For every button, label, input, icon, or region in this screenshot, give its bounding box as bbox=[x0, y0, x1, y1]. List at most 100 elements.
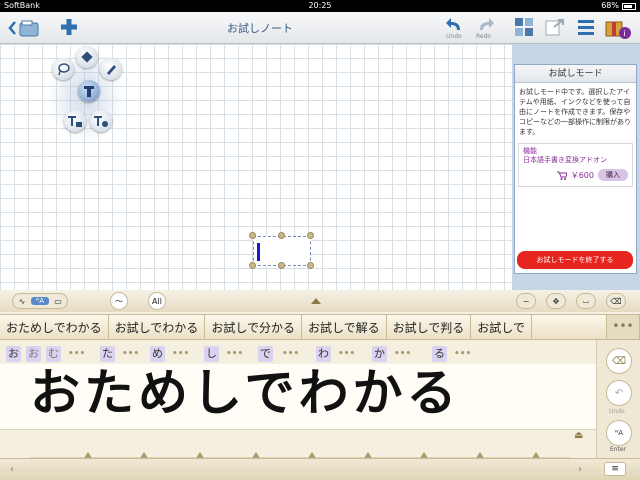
undo-label: Undo bbox=[446, 33, 462, 40]
resize-handle[interactable] bbox=[278, 232, 285, 239]
addon-price: ￥600 bbox=[570, 170, 594, 180]
list-menu-icon bbox=[578, 20, 594, 35]
undo-icon: ↶ bbox=[614, 387, 624, 399]
all-filter-button[interactable]: All bbox=[148, 292, 166, 310]
resize-handle[interactable] bbox=[249, 262, 256, 269]
minus-icon: − bbox=[522, 296, 530, 306]
convert-mode-icon[interactable]: ᴺA bbox=[31, 297, 49, 305]
eraser-tool-button[interactable] bbox=[76, 46, 98, 68]
battery-indicator: 68% bbox=[601, 0, 636, 12]
resize-handle[interactable] bbox=[307, 232, 314, 239]
top-toolbar: お試しノート Undo Redo i bbox=[0, 12, 640, 44]
backspace-icon: ⌫ bbox=[610, 296, 622, 306]
pen-icon bbox=[107, 65, 116, 75]
keyboard-icon: ≡ bbox=[611, 464, 619, 474]
back-notebook-icon bbox=[8, 20, 39, 37]
battery-percent: 68% bbox=[601, 1, 619, 10]
space-icon: ⌴ bbox=[582, 296, 590, 305]
plus-icon bbox=[61, 19, 77, 35]
bottom-scroll-bar: ‹ › ≡ bbox=[0, 458, 640, 480]
addon-price-row: ￥600 購入 bbox=[523, 169, 628, 181]
stroke-mode-button[interactable]: 〜 bbox=[110, 292, 128, 310]
resize-handle[interactable] bbox=[249, 232, 256, 239]
backspace-tool-button[interactable]: ⌫ bbox=[606, 293, 626, 309]
wave-icon: 〜 bbox=[115, 296, 123, 306]
candidate-item[interactable]: おためしでわかる bbox=[0, 315, 109, 339]
text-t-icon bbox=[84, 86, 94, 97]
text-style-b-button[interactable] bbox=[90, 110, 112, 132]
text-cursor bbox=[257, 243, 260, 261]
pages-grid-icon bbox=[515, 18, 533, 36]
text-tool-button[interactable] bbox=[78, 80, 100, 102]
recognized-char[interactable]: お bbox=[6, 346, 21, 362]
svg-text:i: i bbox=[624, 29, 626, 38]
side-controls: ⌫ ↶ Undo ᴺA Enter bbox=[596, 340, 640, 458]
keyboard-toggle-button[interactable]: ≡ bbox=[604, 462, 626, 476]
cart-icon bbox=[556, 171, 567, 180]
resize-handle[interactable] bbox=[307, 262, 314, 269]
move-tool-button[interactable]: ✥ bbox=[546, 293, 566, 309]
shop-info-button[interactable]: i bbox=[604, 16, 632, 40]
redo-label: Redo bbox=[476, 33, 492, 40]
collapse-arrow-icon[interactable] bbox=[311, 298, 321, 304]
move-arrows-icon: ✥ bbox=[552, 296, 560, 306]
input-mode-bar: ∿ ᴺA ▭ 〜 All − ✥ ⌴ ⌫ bbox=[0, 290, 640, 312]
buy-button[interactable]: 購入 bbox=[598, 169, 628, 181]
add-page-button[interactable] bbox=[58, 16, 80, 38]
candidate-item[interactable]: お試しで判る bbox=[387, 315, 472, 339]
end-trial-button[interactable]: お試しモードを終了する bbox=[517, 251, 633, 269]
lasso-icon bbox=[58, 63, 70, 76]
all-label: All bbox=[152, 296, 162, 306]
menu-button[interactable] bbox=[576, 17, 596, 37]
backspace-key-icon: ⌫ bbox=[611, 355, 627, 367]
text-format-alt-icon bbox=[94, 116, 108, 127]
redo-button[interactable] bbox=[474, 15, 496, 33]
conversion-candidates: おためしでわかる お試しでわかる お試しで分かる お試しで解る お試しで判る お… bbox=[0, 314, 606, 340]
trial-mode-title: お試しモード bbox=[515, 65, 636, 83]
resize-handle[interactable] bbox=[278, 262, 285, 269]
export-page-icon bbox=[545, 19, 564, 36]
candidate-item[interactable]: お試しで解る bbox=[302, 315, 387, 339]
handwritten-ink: おためしでわかる bbox=[30, 364, 461, 422]
candidate-item[interactable]: お試しで分かる bbox=[205, 315, 302, 339]
writing-guide-markers bbox=[0, 446, 596, 459]
text-format-icon bbox=[68, 116, 82, 127]
undo-arrow-icon bbox=[446, 18, 460, 30]
page-layout-button[interactable] bbox=[514, 17, 534, 37]
candidate-item[interactable]: お試しで bbox=[471, 315, 532, 339]
lasso-tool-button[interactable] bbox=[52, 58, 74, 80]
addon-heading: 機能 bbox=[523, 147, 537, 155]
eraser-icon bbox=[81, 51, 93, 63]
clock: 20:25 bbox=[308, 1, 332, 10]
scroll-right-icon[interactable]: › bbox=[578, 464, 582, 475]
freehand-mode-icon[interactable]: ∿ bbox=[13, 297, 31, 306]
keyboard-mode-icon[interactable]: ▭ bbox=[49, 297, 67, 306]
trial-mode-panel: お試しモード お試しモード中です。選択したアイテムや用紙、インクなどを使って自由… bbox=[514, 64, 637, 274]
scroll-left-icon[interactable]: ‹ bbox=[10, 464, 14, 475]
battery-icon bbox=[622, 2, 636, 10]
line-tool-button[interactable]: − bbox=[516, 293, 536, 309]
addon-offer: 機能 日本語手書き変換アドオン ￥600 購入 bbox=[518, 143, 633, 187]
more-candidates-button[interactable]: ••• bbox=[606, 314, 640, 340]
undo-button[interactable] bbox=[444, 15, 466, 33]
convert-enter-icon: ᴺA bbox=[614, 429, 624, 437]
text-style-a-button[interactable] bbox=[64, 110, 86, 132]
eject-icon[interactable]: ⏏ bbox=[574, 430, 583, 441]
enter-button[interactable]: ᴺA bbox=[606, 420, 632, 446]
status-bar: SoftBank 20:25 68% bbox=[0, 0, 640, 12]
notebook-title: お試しノート bbox=[227, 22, 293, 35]
space-tool-button[interactable]: ⌴ bbox=[576, 293, 596, 309]
addon-name: 日本語手書き変換アドオン bbox=[523, 156, 607, 164]
undo-label: Undo bbox=[609, 408, 625, 415]
delete-char-button[interactable]: ⌫ bbox=[606, 348, 632, 374]
gift-info-icon: i bbox=[605, 21, 631, 39]
input-mode-group: ∿ ᴺA ▭ bbox=[12, 293, 68, 309]
candidate-item[interactable]: お試しでわかる bbox=[109, 315, 206, 339]
trial-mode-description: お試しモード中です。選択したアイテムや用紙、インクなどを使って自由にノートを作成… bbox=[519, 88, 631, 136]
share-button[interactable] bbox=[544, 17, 566, 37]
back-to-notebooks-button[interactable] bbox=[6, 18, 44, 38]
enter-label: Enter bbox=[610, 446, 627, 453]
redo-arrow-icon bbox=[480, 18, 494, 30]
pen-tool-button[interactable] bbox=[100, 58, 122, 80]
handwriting-undo-button[interactable]: ↶ bbox=[606, 380, 632, 406]
